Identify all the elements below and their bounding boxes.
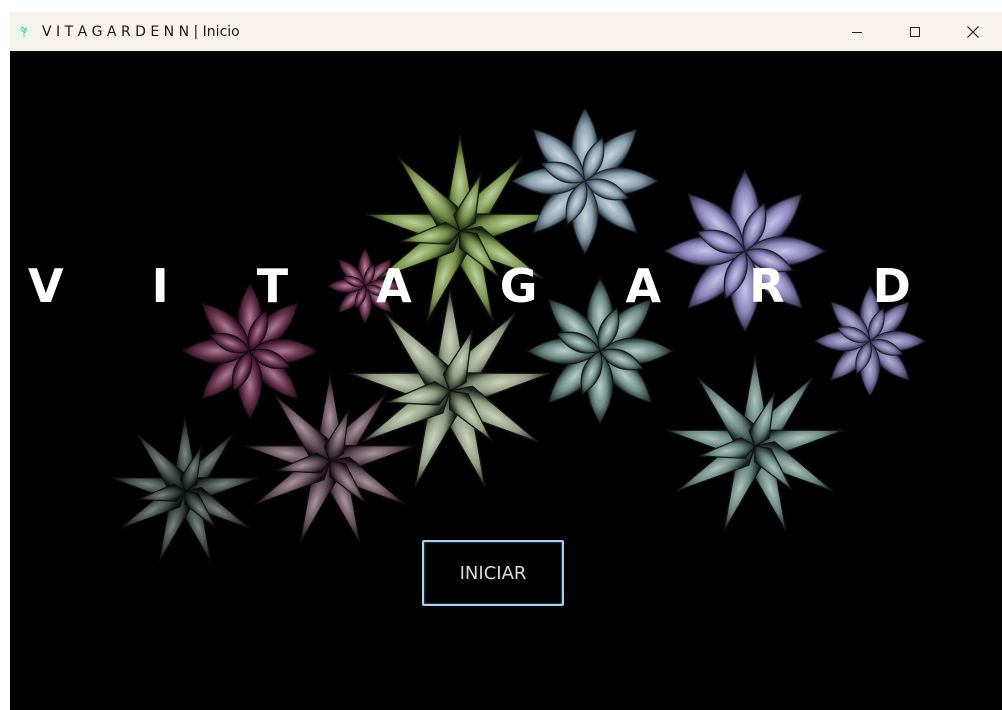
- app-leaf-icon: [16, 23, 32, 40]
- window-controls: [828, 12, 1002, 51]
- close-button[interactable]: [944, 12, 1002, 51]
- start-button[interactable]: INICIAR: [422, 540, 564, 606]
- title-bar[interactable]: V I T A G A R D E N N | Inicio: [10, 12, 1002, 51]
- maximize-button[interactable]: [886, 12, 944, 51]
- brand-title: V I T A G A R D E N N: [28, 259, 1002, 313]
- succulent-blue-grey-top: [511, 107, 659, 255]
- main-content: V I T A G A R D E N N INICIAR: [10, 51, 1002, 710]
- succulent-teal-lower: [663, 355, 847, 536]
- minimize-icon: [852, 31, 862, 33]
- maximize-icon: [910, 26, 920, 37]
- close-icon: [967, 25, 979, 38]
- minimize-button[interactable]: [828, 12, 886, 51]
- succulent-dark-left: [108, 415, 262, 566]
- app-window: V I T A G A R D E N N | Inicio V I T A G…: [10, 12, 1002, 710]
- window-title: V I T A G A R D E N N | Inicio: [42, 23, 240, 40]
- succulent-sage: [346, 288, 554, 493]
- succulents-background-image: [108, 107, 926, 566]
